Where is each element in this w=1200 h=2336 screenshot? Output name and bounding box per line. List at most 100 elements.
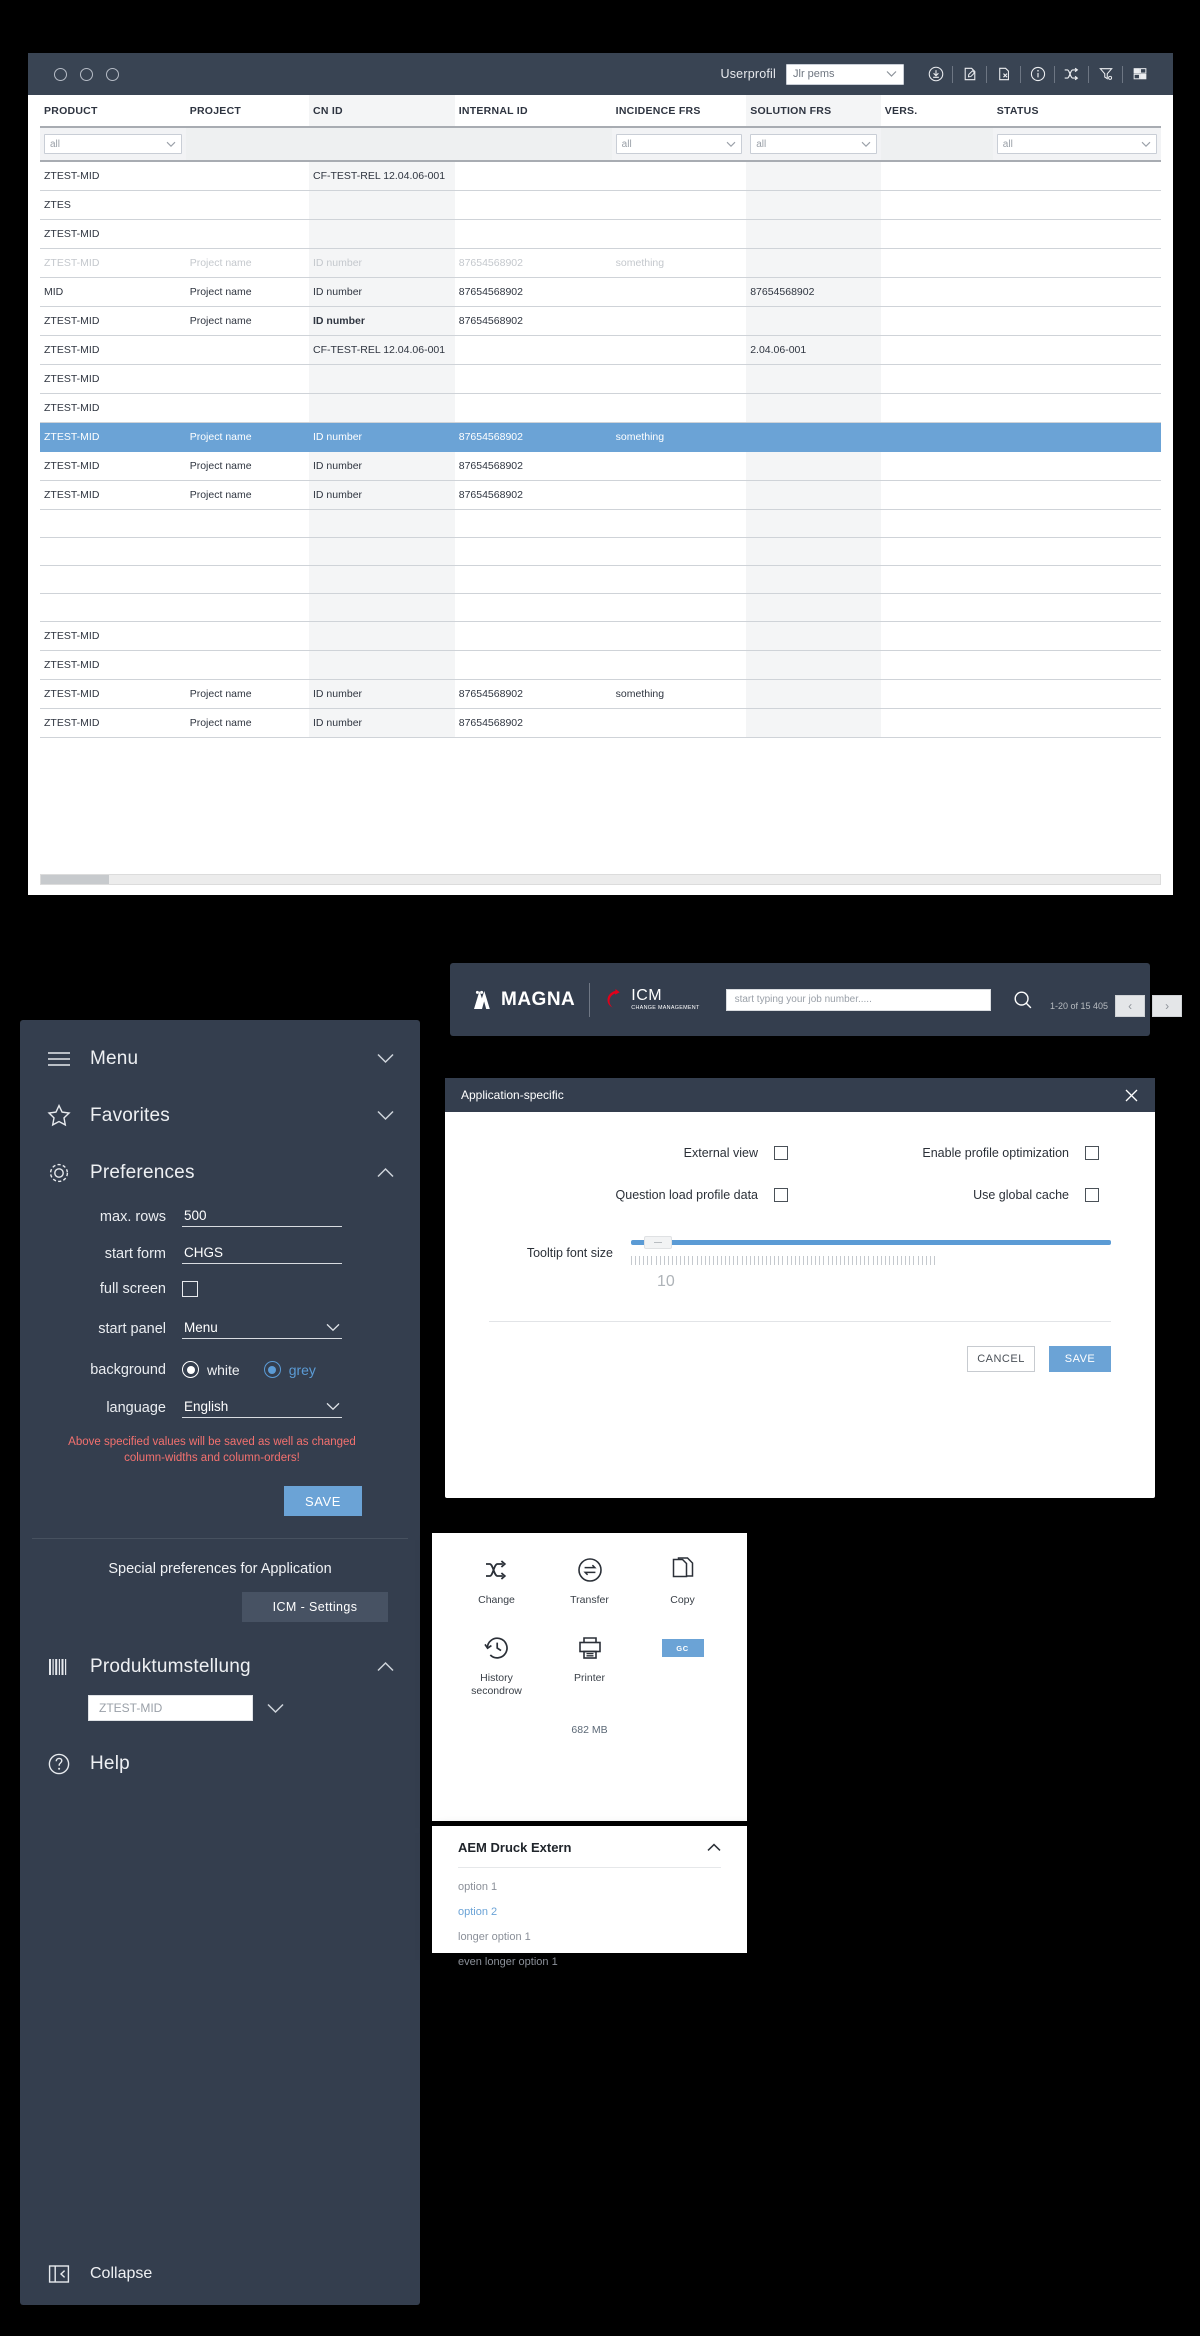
table-row[interactable]: ZTEST-MID Project name ID number 8765456890…: [40, 679, 1161, 709]
checkbox-external-view[interactable]: [774, 1146, 788, 1160]
filter-select-incidence-frs[interactable]: all: [615, 134, 743, 154]
table-row[interactable]: [40, 565, 1161, 594]
radio-background-grey[interactable]: [263, 1361, 281, 1378]
table-row[interactable]: ZTEST-MID: [40, 650, 1161, 680]
checkbox-question-load-profile-data[interactable]: [774, 1188, 788, 1202]
table-cell-project: [185, 565, 310, 594]
filter-select-solution-frs[interactable]: all: [750, 134, 877, 154]
table-row[interactable]: ZTES: [40, 190, 1161, 220]
table-row[interactable]: ZTEST-MID Project name ID number 8765456890…: [40, 306, 1161, 336]
table-cell-product: ZTEST-MID: [40, 248, 186, 278]
action-copy[interactable]: Copy: [636, 1555, 729, 1607]
table-row[interactable]: ZTEST-MID Project name ID number 8765456890…: [40, 708, 1161, 738]
checkbox-enable-profile-optimization[interactable]: [1085, 1146, 1099, 1160]
toolbar-divider: [952, 65, 953, 83]
filter-select-product[interactable]: all: [44, 134, 182, 154]
table-row[interactable]: [40, 509, 1161, 538]
column-header-cn-id[interactable]: CN ID: [309, 95, 455, 128]
toolbar-divider: [1088, 65, 1089, 83]
horizontal-scrollbar[interactable]: [40, 874, 1161, 885]
window-dot-2[interactable]: [80, 67, 93, 81]
window-dot-3[interactable]: [106, 67, 119, 81]
shuffle-icon[interactable]: [1058, 61, 1085, 87]
accordion-option-1[interactable]: option 1: [458, 1868, 721, 1893]
table-row[interactable]: ZTEST-MID Project name ID number 8765456890…: [40, 451, 1161, 481]
sidebar-item-help[interactable]: Help: [20, 1735, 420, 1792]
select-start-panel[interactable]: Menu: [182, 1319, 342, 1339]
accordion-header[interactable]: AEM Druck Extern: [458, 1840, 721, 1855]
close-icon[interactable]: [1124, 1088, 1139, 1103]
table-row[interactable]: ZTEST-MID CF-TEST-REL 12.04.06-001 2.04.06…: [40, 335, 1161, 365]
checkbox-use-global-cache[interactable]: [1085, 1188, 1099, 1202]
sidebar-item-favorites[interactable]: Favorites: [20, 1087, 420, 1144]
table-row[interactable]: ZTEST-MID: [40, 219, 1161, 249]
filter-select-status[interactable]: all: [996, 134, 1157, 154]
column-header-incidence-frs[interactable]: INCIDENCE FRS: [611, 95, 747, 128]
value-language: English: [184, 1399, 229, 1414]
userprofil-select[interactable]: Jlr pems: [786, 63, 904, 85]
download-circle-icon[interactable]: [922, 61, 949, 87]
table-row[interactable]: ZTEST-MID Project name ID number 8765456890…: [40, 480, 1161, 510]
layout-grid-icon[interactable]: [1126, 61, 1153, 87]
window-controls[interactable]: [54, 67, 119, 81]
column-header-product[interactable]: PRODUCT: [40, 95, 186, 128]
accordion-option-2[interactable]: option 2: [458, 1893, 721, 1918]
sidebar-item-menu[interactable]: Menu: [20, 1030, 420, 1087]
pagination-next-button[interactable]: ›: [1152, 995, 1183, 1017]
tooltip-font-size-slider[interactable]: 10: [631, 1236, 1111, 1291]
table-row[interactable]: MID Project name ID number 87654568902 87654…: [40, 277, 1161, 307]
gc-button[interactable]: GC: [661, 1639, 704, 1657]
table-row[interactable]: ZTEST-MID Project name ID number 8765456890…: [40, 248, 1161, 278]
action-change[interactable]: Change: [450, 1555, 543, 1607]
slider-handle[interactable]: [644, 1236, 672, 1249]
modal-cancel-button[interactable]: CANCEL: [967, 1346, 1035, 1372]
accordion-option-3[interactable]: longer option 1: [458, 1918, 721, 1943]
table-row[interactable]: ZTEST-MID: [40, 364, 1161, 394]
accordion-option-4[interactable]: even longer option 1: [458, 1943, 721, 1968]
option-use-global-cache[interactable]: Use global cache: [800, 1188, 1111, 1202]
action-printer[interactable]: Printer: [543, 1633, 636, 1698]
search-icon[interactable]: [1013, 990, 1033, 1010]
radio-background-white[interactable]: [182, 1361, 199, 1378]
table-row[interactable]: [40, 537, 1161, 566]
option-external-view[interactable]: External view: [489, 1146, 800, 1160]
column-header-status[interactable]: STATUS: [992, 95, 1161, 128]
checkbox-full-screen[interactable]: [182, 1281, 198, 1297]
table-row[interactable]: ZTEST-MID: [40, 621, 1161, 651]
edit-document-icon[interactable]: [956, 61, 983, 87]
sidebar-item-produktumstellung[interactable]: Produktumstellung: [20, 1638, 420, 1695]
job-number-search-input[interactable]: start typing your job number.....: [725, 988, 991, 1011]
option-enable-profile-optimization[interactable]: Enable profile optimization: [800, 1146, 1111, 1160]
table-row[interactable]: ZTEST-MID CF-TEST-REL 12.04.06-001: [40, 161, 1161, 191]
column-header-solution-frs[interactable]: SOLUTION FRS: [746, 95, 881, 128]
action-transfer[interactable]: Transfer: [543, 1555, 636, 1607]
select-language[interactable]: English: [182, 1398, 342, 1418]
sidebar-item-preferences[interactable]: Preferences: [20, 1144, 420, 1201]
info-circle-icon[interactable]: [1024, 61, 1051, 87]
slider-track[interactable]: [631, 1236, 1111, 1249]
action-history[interactable]: History secondrow: [450, 1633, 543, 1698]
window-dot-1[interactable]: [54, 67, 67, 81]
column-header-project[interactable]: PROJECT: [185, 95, 310, 128]
icm-settings-button[interactable]: ICM - Settings: [242, 1592, 388, 1622]
chevron-down-icon[interactable]: [267, 1703, 284, 1714]
pagination-prev-button[interactable]: ‹: [1115, 995, 1146, 1017]
preferences-save-button[interactable]: SAVE: [284, 1486, 362, 1516]
filter-clear-icon[interactable]: [1092, 61, 1119, 87]
table-cell-internal-id: [454, 161, 612, 191]
table-row[interactable]: ZTEST-MID Project name ID number 8765456890…: [40, 422, 1161, 452]
option-question-load-profile-data[interactable]: Question load profile data: [489, 1188, 800, 1202]
chevron-up-icon[interactable]: [707, 1843, 721, 1852]
produktumstellung-input[interactable]: ZTEST-MID: [88, 1695, 253, 1721]
table-row[interactable]: ZTEST-MID: [40, 393, 1161, 423]
table-row[interactable]: [40, 593, 1161, 622]
input-start-form[interactable]: CHGS: [182, 1244, 342, 1264]
input-max-rows[interactable]: 500: [182, 1207, 342, 1227]
delete-document-icon[interactable]: [990, 61, 1017, 87]
sidebar-collapse-button[interactable]: Collapse: [20, 2261, 420, 2287]
column-header-vers[interactable]: VERS.: [880, 95, 993, 128]
application-specific-modal: Application-specific External view Enabl…: [445, 1078, 1155, 1498]
modal-save-button[interactable]: SAVE: [1049, 1346, 1111, 1372]
scrollbar-thumb[interactable]: [41, 875, 109, 884]
column-header-internal-id[interactable]: INTERNAL ID: [454, 95, 612, 128]
